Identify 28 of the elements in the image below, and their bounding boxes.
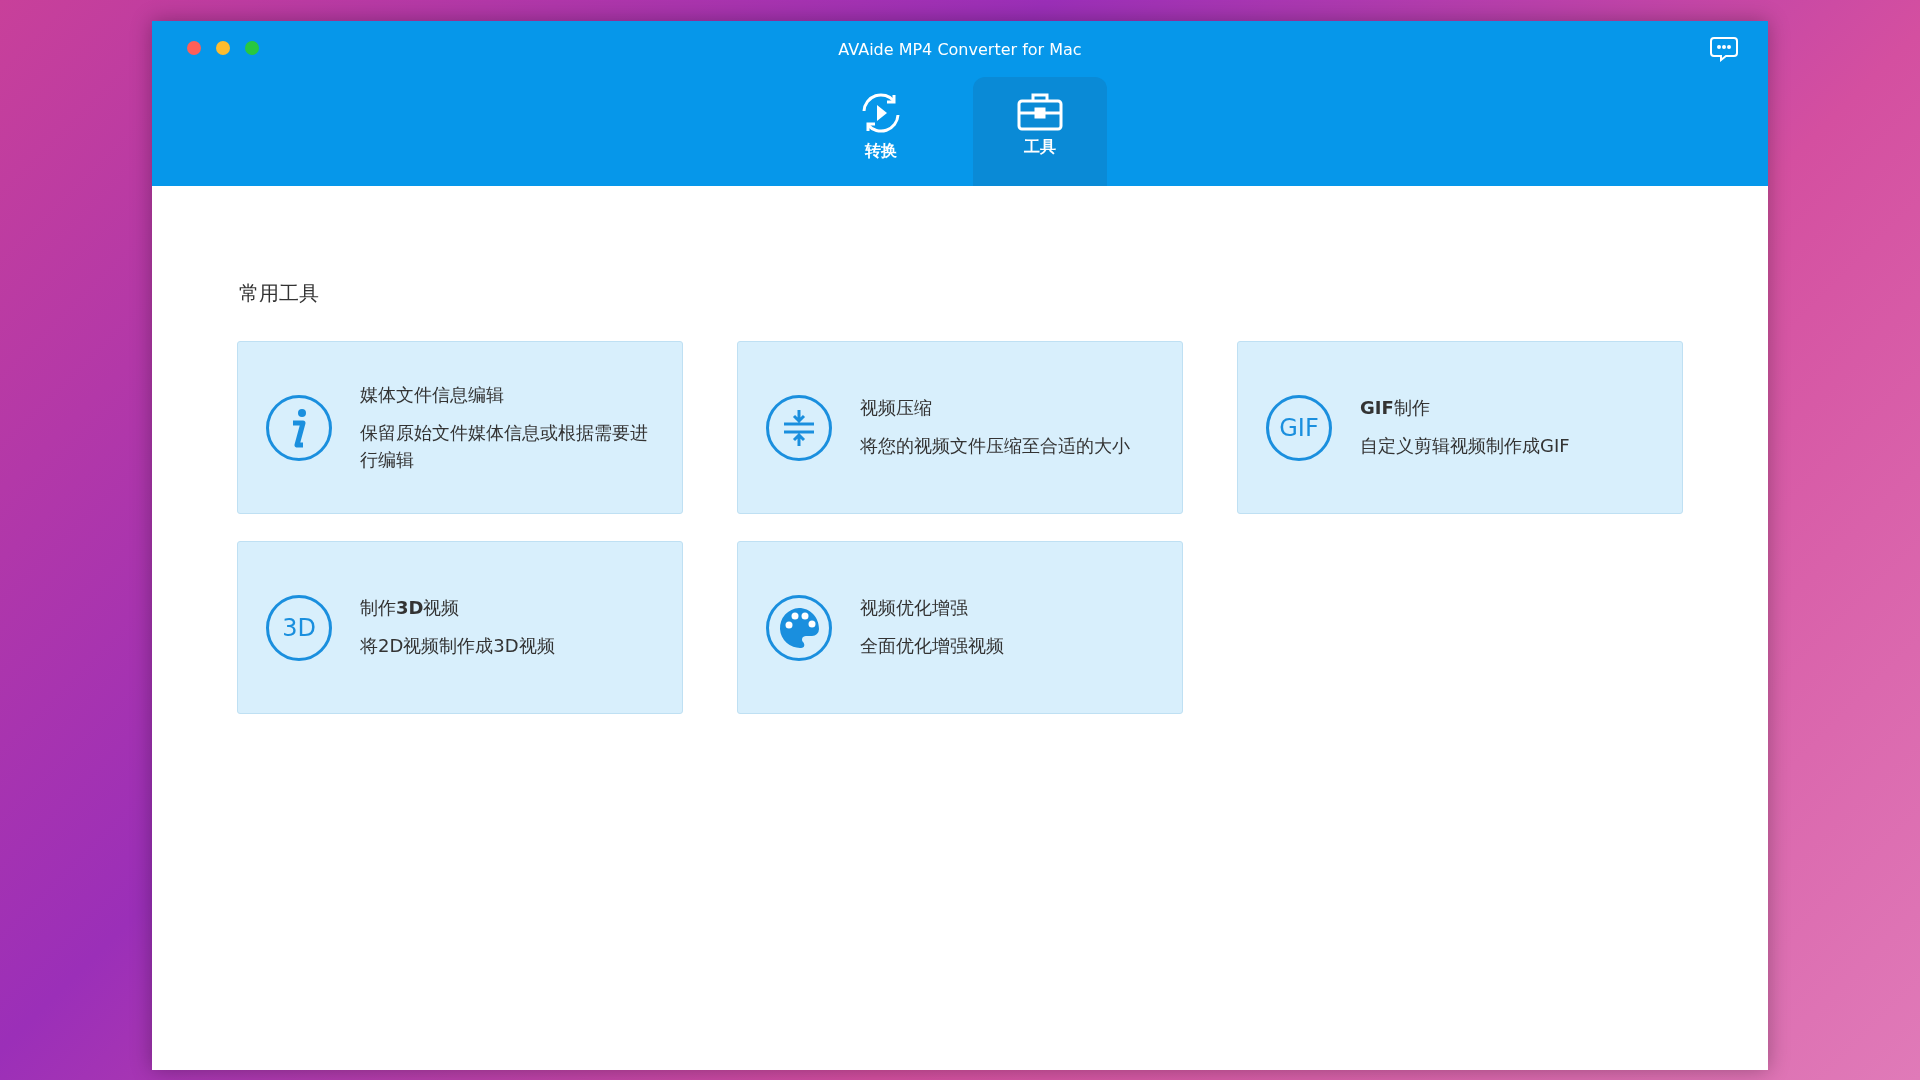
close-button[interactable]	[187, 41, 201, 55]
tool-title: 媒体文件信息编辑	[360, 382, 505, 407]
info-icon	[266, 394, 332, 461]
tool-description: 全面优化增强视频	[860, 634, 1005, 658]
tool-card[interactable]: GIF GIF制作 自定义剪辑视频制作成GIF	[1237, 341, 1683, 514]
tool-card[interactable]: 视频压缩 将您的视频文件压缩至合适的大小	[737, 341, 1183, 514]
tool-description: 将2D视频制作成3D视频	[360, 634, 556, 658]
window-title: AVAide MP4 Converter for Mac	[838, 39, 1082, 59]
compress-icon	[766, 394, 832, 461]
tab[interactable]: 工具	[972, 77, 1107, 186]
section-title: 常用工具	[239, 280, 320, 307]
tool-card[interactable]: 媒体文件信息编辑 保留原始文件媒体信息或根据需要进行编辑	[237, 341, 683, 514]
tool-description: 自定义剪辑视频制作成GIF	[1360, 434, 1571, 458]
minimize-button[interactable]	[216, 41, 230, 55]
tool-title: 制作3D视频	[360, 596, 461, 620]
tool-description: 保留原始文件媒体信息或根据需要进行编辑	[360, 420, 649, 472]
tool-card[interactable]: 视频优化增强 全面优化增强视频	[737, 541, 1183, 714]
tool-title: GIF制作	[1360, 396, 1431, 420]
palette-icon	[766, 594, 832, 661]
badge-icon: GIF	[1266, 394, 1332, 461]
toolbox-icon	[1016, 91, 1063, 131]
tool-title: 视频压缩	[860, 396, 933, 420]
tool-title: 视频优化增强	[860, 596, 969, 620]
tool-description: 将您的视频文件压缩至合适的大小	[860, 434, 1131, 458]
zoom-button[interactable]	[245, 41, 259, 55]
tool-card[interactable]: 3D 制作3D视频 将2D视频制作成3D视频	[237, 541, 683, 714]
badge-icon: 3D	[266, 594, 332, 661]
chat-icon[interactable]	[1710, 36, 1738, 62]
